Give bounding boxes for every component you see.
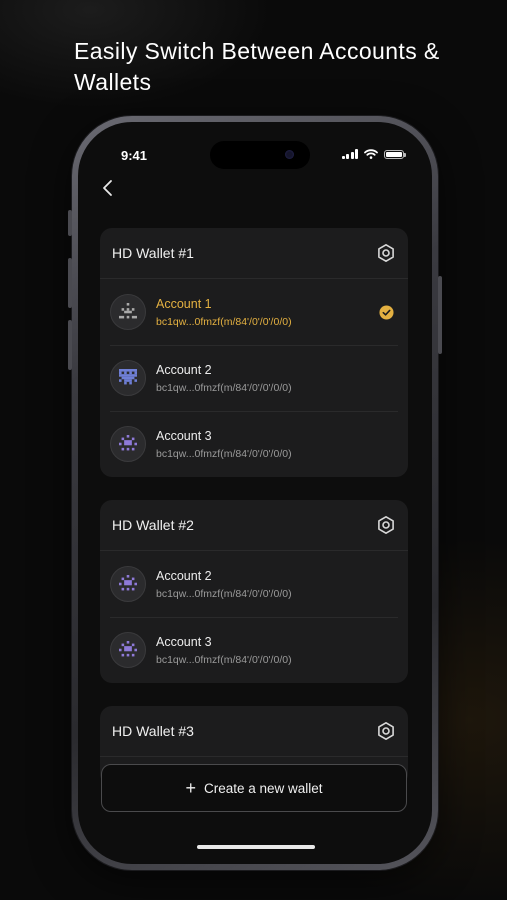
wallet-card-2: HD Wallet #2 Account 2 bc1qw...0fmzf(m/8… <box>100 500 408 683</box>
phone-volume-down-button <box>68 320 72 370</box>
front-camera <box>285 150 294 159</box>
account-address: bc1qw...0fmzf(m/84'/0'/0'/0/0) <box>156 653 292 666</box>
account-name: Account 3 <box>156 428 212 443</box>
create-wallet-label: Create a new wallet <box>203 780 323 796</box>
account-address: bc1qw...0fmzf(m/84'/0'/0'/0/0) <box>156 447 292 460</box>
account-avatar <box>110 294 146 330</box>
account-row[interactable]: Account 2 bc1qw...0fmzf(m/84'/0'/0'/0/0) <box>100 551 408 617</box>
create-wallet-button[interactable]: + Create a new wallet <box>101 764 407 812</box>
gear-icon[interactable] <box>376 243 396 263</box>
wallet-title: HD Wallet #3 <box>112 723 194 739</box>
pixel-avatar-icon <box>119 641 137 657</box>
pixel-avatar-icon <box>119 369 137 385</box>
check-circle-icon <box>379 305 394 320</box>
wallet-card-1: HD Wallet #1 Account 1 bc1qw...0fmzf(m/8… <box>100 228 408 477</box>
headline: Easily Switch Between Accounts & Wallets <box>74 38 440 95</box>
account-row[interactable]: Account 2 bc1qw...0fmzf(m/84'/0'/0'/0/0) <box>100 345 408 411</box>
phone-power-button <box>438 276 442 354</box>
account-avatar <box>110 360 146 396</box>
account-avatar <box>110 426 146 462</box>
account-name: Account 2 <box>156 568 212 583</box>
gear-icon[interactable] <box>376 721 396 741</box>
dynamic-island <box>210 141 310 169</box>
account-avatar <box>110 566 146 602</box>
account-address: bc1qw...0fmzf(m/84'/0'/0'/0/0) <box>156 587 292 600</box>
wallet-header: HD Wallet #2 <box>100 500 408 551</box>
pixel-avatar-icon <box>119 303 137 319</box>
wallet-title: HD Wallet #2 <box>112 517 194 533</box>
account-address: bc1qw...0fmzf(m/84'/0'/0'/0/0) <box>156 315 292 328</box>
wallet-title: HD Wallet #1 <box>112 245 194 261</box>
account-row[interactable]: Account 3 bc1qw...0fmzf(m/84'/0'/0'/0/0) <box>100 411 408 477</box>
status-icons <box>341 149 406 159</box>
gear-icon[interactable] <box>376 515 396 535</box>
pixel-avatar-icon <box>119 435 137 451</box>
wallet-header: HD Wallet #1 <box>100 228 408 279</box>
account-address: bc1qw...0fmzf(m/84'/0'/0'/0/0) <box>156 381 292 394</box>
account-avatar <box>110 632 146 668</box>
phone-action-button <box>68 210 72 236</box>
account-name: Account 2 <box>156 362 212 377</box>
chevron-left-icon[interactable] <box>98 178 118 198</box>
home-indicator[interactable] <box>197 845 315 849</box>
status-time: 9:41 <box>121 148 148 163</box>
phone-frame: 9:41 HD Wallet #1 Account 1 bc1qw...0fmz… <box>68 116 442 870</box>
wallet-header: HD Wallet #3 <box>100 706 408 757</box>
phone-volume-up-button <box>68 258 72 308</box>
wifi-icon <box>364 149 378 159</box>
account-row[interactable]: Account 3 bc1qw...0fmzf(m/84'/0'/0'/0/0) <box>100 617 408 683</box>
account-name: Account 3 <box>156 634 212 649</box>
signal-icon <box>341 149 358 159</box>
phone-screen: 9:41 HD Wallet #1 Account 1 bc1qw...0fmz… <box>78 122 432 864</box>
pixel-avatar-icon <box>119 575 137 591</box>
promo-screen: Easily Switch Between Accounts & Wallets… <box>0 0 507 900</box>
plus-icon: + <box>185 778 196 798</box>
battery-icon <box>384 149 406 159</box>
account-row[interactable]: Account 1 bc1qw...0fmzf(m/84'/0'/0'/0/0) <box>100 279 408 345</box>
account-name: Account 1 <box>156 296 212 311</box>
